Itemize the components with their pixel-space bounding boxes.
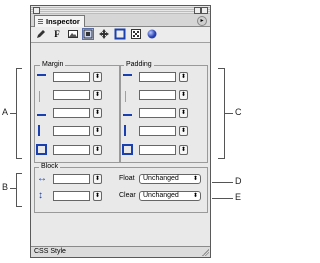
box-icon[interactable] [82, 28, 94, 40]
collapse-icon[interactable] [194, 7, 201, 14]
border-icon[interactable] [114, 28, 126, 40]
clear-label: Clear [119, 192, 136, 199]
callout-b-bracket [16, 173, 22, 207]
margin-bottom-icon [37, 105, 46, 116]
status-bar: CSS Style [31, 246, 210, 257]
padding-all-stepper[interactable]: ⬍ [179, 145, 188, 155]
padding-bottom-stepper[interactable]: ⬍ [179, 108, 188, 118]
callout-e-leader [212, 198, 233, 199]
status-text: CSS Style [34, 248, 66, 255]
padding-right-stepper[interactable]: ⬍ [179, 126, 188, 136]
margin-right-icon [38, 125, 49, 136]
chevron-updown-icon: ⬍ [192, 193, 199, 199]
pattern-icon[interactable] [130, 28, 142, 40]
callout-a: A [2, 107, 9, 117]
callout-b: B [2, 182, 9, 192]
padding-top-icon [123, 74, 132, 85]
padding-right-icon [124, 125, 135, 136]
clear-select[interactable]: Unchanged ⬍ [139, 191, 201, 201]
margin-left-icon [39, 91, 49, 102]
float-select[interactable]: Unchanged ⬍ [139, 174, 201, 184]
block-width-field[interactable] [53, 174, 90, 184]
padding-left-icon [125, 91, 135, 102]
block-height-field[interactable] [53, 191, 90, 201]
callout-c-bracket [218, 68, 225, 159]
chevron-updown-icon: ⬍ [192, 176, 199, 182]
margin-left-field[interactable] [53, 90, 90, 100]
margin-all-stepper[interactable]: ⬍ [93, 145, 102, 155]
padding-top-stepper[interactable]: ⬍ [179, 72, 188, 82]
width-arrow-icon: ↔ [37, 173, 47, 184]
callout-a-bracket [16, 68, 22, 159]
resize-handle-icon[interactable] [202, 249, 209, 256]
float-label: Float [119, 175, 135, 182]
margin-bottom-stepper[interactable]: ⬍ [93, 108, 102, 118]
padding-label: Padding [124, 61, 154, 69]
callout-c: C [235, 107, 242, 117]
margin-top-icon [37, 74, 46, 85]
tab-inspector-label: Inspector [46, 17, 80, 26]
padding-left-field[interactable] [139, 90, 176, 100]
drag-grip-icon [38, 19, 43, 24]
inspector-panel: Inspector ▸ F Margin Padding ⬍ ⬍ ⬍ ⬍ ⬍ ⬍… [30, 5, 211, 258]
margin-right-field[interactable] [53, 126, 90, 136]
padding-bottom-field[interactable] [139, 108, 176, 118]
callout-d: D [235, 176, 242, 186]
block-height-stepper[interactable]: ⬍ [93, 191, 102, 201]
margin-label: Margin [40, 61, 66, 69]
margin-all-field[interactable] [53, 145, 90, 155]
move-icon[interactable] [98, 28, 110, 40]
padding-left-stepper[interactable]: ⬍ [179, 90, 188, 100]
close-icon[interactable] [33, 7, 40, 14]
tab-inspector[interactable]: Inspector [34, 15, 85, 27]
padding-all-icon [122, 144, 133, 155]
pen-icon[interactable] [35, 28, 47, 40]
image-icon[interactable] [67, 28, 79, 40]
margin-top-stepper[interactable]: ⬍ [93, 72, 102, 82]
margin-bottom-field[interactable] [53, 108, 90, 118]
block-label: Block [39, 163, 61, 171]
callout-e: E [235, 192, 242, 202]
font-icon[interactable]: F [51, 28, 63, 40]
callout-d-leader [212, 182, 233, 183]
inspector-toolbar: F [31, 27, 210, 43]
sphere-icon[interactable] [146, 28, 158, 40]
tab-strip: Inspector ▸ [31, 14, 210, 27]
height-arrow-icon: ↕ [38, 190, 43, 201]
margin-all-icon [36, 144, 47, 155]
padding-top-field[interactable] [139, 72, 176, 82]
zoom-icon[interactable] [201, 7, 208, 14]
margin-top-field[interactable] [53, 72, 90, 82]
margin-right-stepper[interactable]: ⬍ [93, 126, 102, 136]
clear-select-value: Unchanged [143, 192, 179, 199]
margin-left-stepper[interactable]: ⬍ [93, 90, 102, 100]
padding-bottom-icon [123, 105, 132, 116]
callout-c-leader [224, 113, 233, 114]
panel-menu-icon[interactable]: ▸ [197, 16, 207, 26]
padding-right-field[interactable] [139, 126, 176, 136]
padding-all-field[interactable] [139, 145, 176, 155]
float-select-value: Unchanged [143, 175, 179, 182]
block-width-stepper[interactable]: ⬍ [93, 174, 102, 184]
